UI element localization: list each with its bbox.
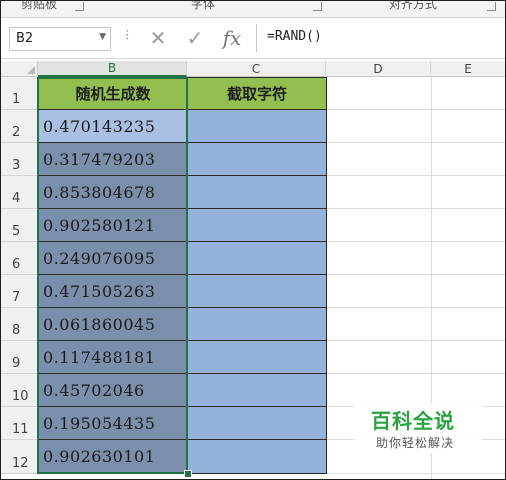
cell-b5[interactable]: 0.902580121 xyxy=(38,208,188,242)
cell-b12[interactable]: 0.902630101 xyxy=(38,439,188,474)
cell-b6[interactable]: 0.249076095 xyxy=(38,241,188,275)
cell-c12[interactable] xyxy=(187,439,327,474)
row-header-12[interactable]: 12 xyxy=(1,440,38,474)
cell-c9[interactable] xyxy=(187,340,327,374)
insert-function-icon[interactable]: fx xyxy=(219,24,245,52)
cell-c6[interactable] xyxy=(187,241,327,275)
cell-c7[interactable] xyxy=(187,274,327,308)
fill-handle[interactable] xyxy=(184,470,192,478)
cell-c4[interactable] xyxy=(187,175,327,209)
row-header-9[interactable]: 9 xyxy=(1,341,38,374)
formula-text: =RAND() xyxy=(267,29,322,44)
formula-input[interactable]: =RAND() xyxy=(256,24,505,52)
column-header-b[interactable]: B xyxy=(38,61,187,77)
ribbon-group-labels: 剪贴板 字体 对齐方式 xyxy=(1,1,505,18)
column-header-d[interactable]: D xyxy=(326,61,431,77)
cell-c10[interactable] xyxy=(187,373,327,407)
row-header-10[interactable]: 10 xyxy=(1,374,38,407)
ribbon-group-clipboard: 剪贴板 xyxy=(21,0,58,11)
watermark-logo: 百科全说 助你轻松解决 xyxy=(354,403,482,453)
row-header-2[interactable]: 2 xyxy=(1,110,38,143)
clipboard-launcher-icon[interactable] xyxy=(75,2,84,11)
cell-b8[interactable]: 0.061860045 xyxy=(38,307,188,341)
excel-window: 剪贴板 字体 对齐方式 B2 ▼ ··· ✕ ✓ fx =RAND() B C … xyxy=(0,0,506,480)
column-header-e[interactable]: E xyxy=(431,61,505,77)
cell-c2[interactable] xyxy=(187,109,327,143)
header-cell-random-number[interactable]: 随机生成数 xyxy=(38,77,188,110)
cancel-icon[interactable]: ✕ xyxy=(145,24,171,52)
row-header-7[interactable]: 7 xyxy=(1,275,38,308)
drag-handle-icon[interactable]: ··· xyxy=(120,29,134,40)
alignment-launcher-icon[interactable] xyxy=(487,2,496,11)
row-header-11[interactable]: 11 xyxy=(1,407,38,440)
ribbon-group-font: 字体 xyxy=(191,0,216,11)
formula-bar: B2 ▼ ··· ✕ ✓ fx =RAND() xyxy=(1,18,505,59)
cell-b2[interactable]: 0.470143235 xyxy=(38,109,188,143)
cell-b10[interactable]: 0.45702046 xyxy=(38,373,188,407)
cell-b4[interactable]: 0.853804678 xyxy=(38,175,188,209)
row-header-4[interactable]: 4 xyxy=(1,176,38,209)
header-cell-extract-chars[interactable]: 截取字符 xyxy=(187,77,327,110)
watermark-subtitle: 助你轻松解决 xyxy=(376,436,455,450)
enter-check-icon[interactable]: ✓ xyxy=(182,24,208,52)
ribbon-group-alignment: 对齐方式 xyxy=(389,0,438,11)
cell-c5[interactable] xyxy=(187,208,327,242)
font-launcher-icon[interactable] xyxy=(313,2,322,11)
cell-c8[interactable] xyxy=(187,307,327,341)
row-header-6[interactable]: 6 xyxy=(1,242,38,275)
cell-c11[interactable] xyxy=(187,406,327,440)
row-header-8[interactable]: 8 xyxy=(1,308,38,341)
column-header-c[interactable]: C xyxy=(187,61,326,77)
chevron-down-icon[interactable]: ▼ xyxy=(99,32,106,42)
select-all-corner[interactable] xyxy=(1,61,38,77)
cell-b7[interactable]: 0.471505263 xyxy=(38,274,188,308)
row-header-3[interactable]: 3 xyxy=(1,143,38,176)
row-header-5[interactable]: 5 xyxy=(1,209,38,242)
name-box[interactable]: B2 ▼ xyxy=(9,27,111,51)
cell-b9[interactable]: 0.117488181 xyxy=(38,340,188,374)
watermark-title: 百科全说 xyxy=(371,409,455,433)
name-box-value: B2 xyxy=(16,31,34,46)
row-header-1[interactable]: 1 xyxy=(1,77,38,110)
cell-c3[interactable] xyxy=(187,142,327,176)
cell-b11[interactable]: 0.195054435 xyxy=(38,406,188,440)
cell-b3[interactable]: 0.317479203 xyxy=(38,142,188,176)
